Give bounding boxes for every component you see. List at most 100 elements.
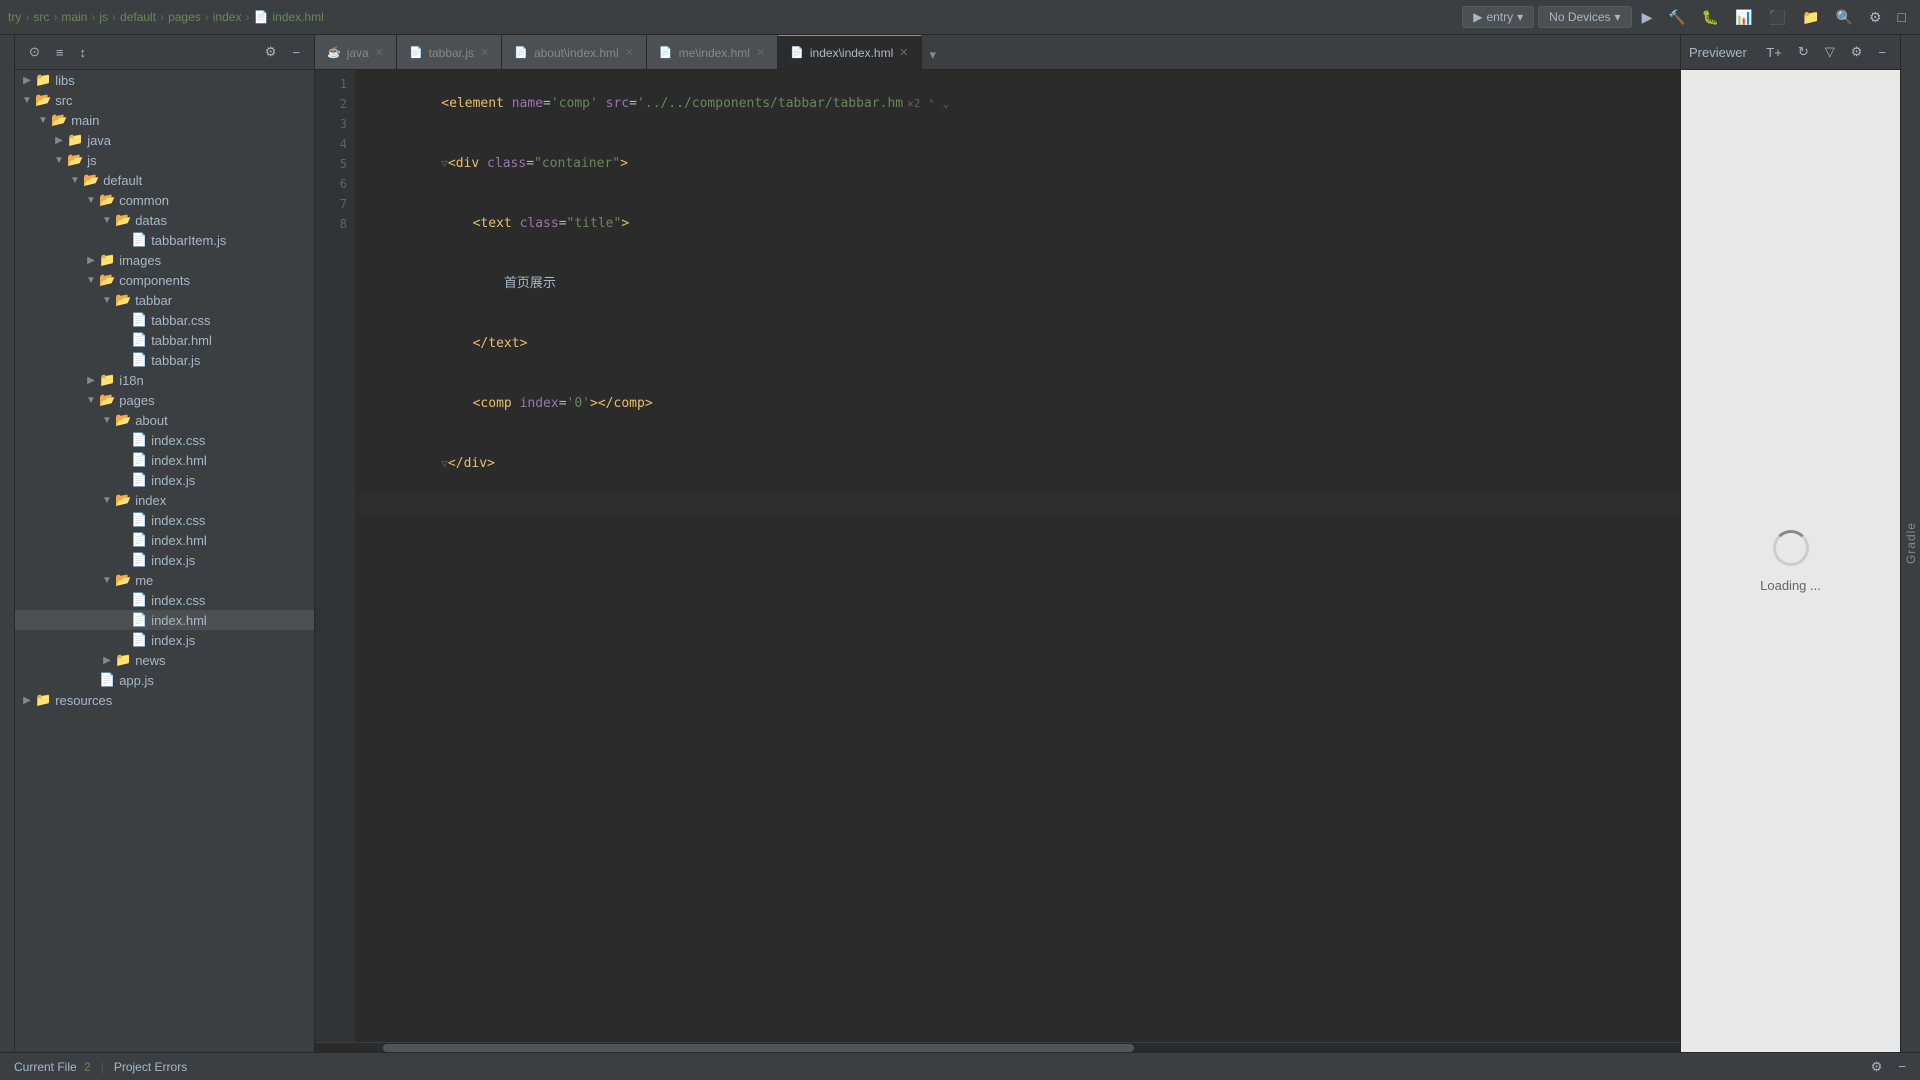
folder-icon-about: 📂 [115,412,131,428]
sidebar-item-datas[interactable]: ▼ 📂 datas [15,210,314,230]
sidebar-item-default[interactable]: ▼ 📂 default [15,170,314,190]
folder-icon-datas: 📂 [115,212,131,228]
sidebar-item-main[interactable]: ▼ 📂 main [15,110,314,130]
explore-button[interactable]: 📁 [1796,5,1825,30]
sidebar-sort-icon[interactable]: ↕ [74,41,93,64]
breadcrumb-js[interactable]: js [99,10,108,24]
tab-tabbar-js[interactable]: 📄 tabbar.js ✕ [397,35,502,69]
sidebar-item-tabbar-css[interactable]: 📄 tabbar.css [15,310,314,330]
tab-more-button[interactable]: ▾ [922,41,945,69]
sidebar-item-me-hml[interactable]: 📄 index.hml [15,610,314,630]
tab-tabbar-js-close[interactable]: ✕ [480,46,489,59]
previewer-filter-icon[interactable]: ▽ [1819,40,1841,64]
previewer-settings-icon[interactable]: ⚙ [1845,40,1869,64]
top-toolbar: try › src › main › js › default › pages … [0,0,1920,35]
sidebar-item-java[interactable]: ▶ 📁 java [15,130,314,150]
folder-icon-me: 📂 [115,572,131,588]
sidebar-item-tabbar-js[interactable]: 📄 tabbar.js [15,350,314,370]
sidebar-item-index-hml[interactable]: 📄 index.hml [15,530,314,550]
project-errors-label[interactable]: Project Errors [108,1060,193,1074]
sidebar-content[interactable]: ▶ 📁 libs ▼ 📂 src ▼ 📂 main ▶ [15,70,314,1052]
sidebar-align-icon[interactable]: ≡ [50,41,70,64]
sidebar-item-news[interactable]: ▶ 📁 news [15,650,314,670]
profile-button[interactable]: 📊 [1729,5,1758,30]
sidebar-item-images[interactable]: ▶ 📁 images [15,250,314,270]
tab-me-hml[interactable]: 📄 me\index.hml ✕ [647,35,778,69]
breadcrumb-default[interactable]: default [120,10,156,24]
fold-icon-1[interactable]: ✕2 [907,97,920,110]
current-file-label[interactable]: Current File 2 [8,1060,97,1074]
code-line-8 [355,494,1680,514]
sidebar-item-i18n[interactable]: ▶ 📁 i18n [15,370,314,390]
code-line-3: <text class="title"> [355,194,1680,254]
breadcrumb-src[interactable]: src [33,10,49,24]
sidebar-item-pages[interactable]: ▼ 📂 pages [15,390,314,410]
sidebar-item-index-css[interactable]: 📄 index.css [15,510,314,530]
breadcrumb-main[interactable]: main [61,10,87,24]
tab-java[interactable]: ☕ java ✕ [315,35,397,69]
sidebar-item-me[interactable]: ▼ 📂 me [15,570,314,590]
run-button[interactable]: ▶ [1636,5,1659,30]
fold-marker-2[interactable]: ▽ [441,157,448,170]
previewer-refresh-icon[interactable]: ↻ [1792,40,1815,64]
sidebar-item-index-js[interactable]: 📄 index.js [15,550,314,570]
sidebar-minus-icon[interactable]: − [286,41,306,64]
tab-about-hml-close[interactable]: ✕ [625,46,634,59]
horizontal-scrollbar[interactable] [315,1042,1680,1052]
about-hml-icon: 📄 [514,46,528,59]
sidebar-item-js[interactable]: ▼ 📂 js [15,150,314,170]
sidebar-item-resources[interactable]: ▶ 📁 resources [15,690,314,710]
entry-dropdown[interactable]: ▶ entry ▾ [1462,6,1534,28]
code-content[interactable]: <element name='comp' src='../../componen… [355,70,1680,1042]
fold-marker-7[interactable]: ▽ [441,457,448,470]
tab-about-hml[interactable]: 📄 about\index.hml ✕ [502,35,647,69]
statusbar-minus-icon[interactable]: − [1892,1055,1912,1078]
tab-index-hml[interactable]: 📄 index\index.hml ✕ [778,35,921,69]
breadcrumb: try › src › main › js › default › pages … [8,10,1458,24]
maximize-button[interactable]: □ [1892,5,1912,29]
fold-arrow-up[interactable]: ⌃ [928,97,935,110]
folder-icon-java: 📁 [67,132,83,148]
tabs-bar: ☕ java ✕ 📄 tabbar.js ✕ 📄 about\index.hml… [315,35,1680,70]
sidebar-item-src[interactable]: ▼ 📂 src [15,90,314,110]
sidebar-item-index-folder[interactable]: ▼ 📂 index [15,490,314,510]
sidebar-item-about-index-css[interactable]: 📄 index.css [15,430,314,450]
build-button[interactable]: 🔨 [1662,5,1691,30]
tab-java-close[interactable]: ✕ [375,46,384,59]
breadcrumb-pages[interactable]: pages [168,10,201,24]
fold-arrow-down[interactable]: ⌄ [943,97,950,110]
gradle-panel[interactable]: Gradle [1900,35,1920,1052]
sidebar-item-me-css[interactable]: 📄 index.css [15,590,314,610]
statusbar-settings-icon[interactable]: ⚙ [1865,1055,1889,1079]
settings-button[interactable]: ⚙ [1863,5,1888,30]
sidebar-item-common[interactable]: ▼ 📂 common [15,190,314,210]
tab-index-hml-close[interactable]: ✕ [899,46,908,59]
previewer-minus-icon[interactable]: − [1872,41,1892,64]
tab-me-hml-close[interactable]: ✕ [756,46,765,59]
sidebar-item-tabbaritem-js[interactable]: 📄 tabbarItem.js [15,230,314,250]
collapse-arrow-libs: ▶ [19,75,35,86]
sidebar-item-about-index-hml[interactable]: 📄 index.hml [15,450,314,470]
sidebar-item-components[interactable]: ▼ 📂 components [15,270,314,290]
sidebar-item-app-js[interactable]: 📄 app.js [15,670,314,690]
scrollbar-thumb[interactable] [383,1044,1134,1052]
debug-button[interactable]: 🐛 [1696,5,1725,30]
breadcrumb-index[interactable]: index [213,10,242,24]
breadcrumb-file[interactable]: 📄 index.hml [253,10,323,24]
sidebar-settings-icon[interactable]: ⚙ [259,40,283,64]
code-line-1: <element name='comp' src='../../componen… [355,74,1680,134]
sidebar-item-about[interactable]: ▼ 📂 about [15,410,314,430]
sidebar-item-tabbar-hml[interactable]: 📄 tabbar.hml [15,330,314,350]
search-button[interactable]: 🔍 [1830,5,1859,30]
sidebar-item-about-index-js[interactable]: 📄 index.js [15,470,314,490]
previewer-font-size-icon[interactable]: T+ [1760,41,1788,64]
sidebar-item-tabbar[interactable]: ▼ 📂 tabbar [15,290,314,310]
sidebar-item-libs[interactable]: ▶ 📁 libs [15,70,314,90]
sidebar-item-me-js[interactable]: 📄 index.js [15,630,314,650]
stop-button[interactable]: ⬛ [1763,5,1792,30]
sidebar-target-icon[interactable]: ⊙ [23,40,46,64]
breadcrumb-try[interactable]: try [8,10,21,24]
no-devices-dropdown[interactable]: No Devices ▾ [1538,6,1631,28]
collapse-arrow-datas: ▼ [99,215,115,226]
code-line-5: </text> [355,314,1680,374]
